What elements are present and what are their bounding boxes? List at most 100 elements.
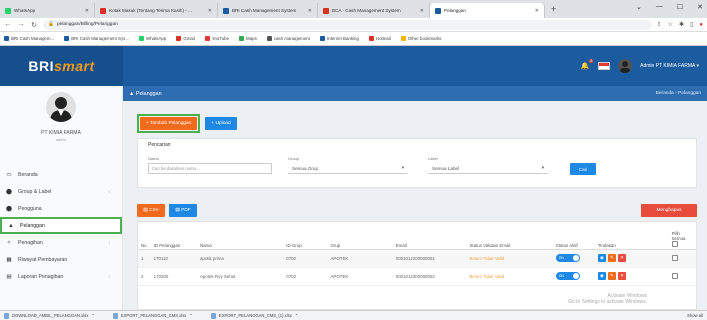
show-all-downloads-link[interactable]: Show all xyxy=(687,313,703,318)
bookmark-item[interactable]: cash management xyxy=(266,36,310,41)
export-pdf-button[interactable]: ▤ PDF xyxy=(169,204,197,217)
sidepanel-icon[interactable]: ▯ xyxy=(690,21,693,28)
browser-tab[interactable]: WhatsApp ✕ xyxy=(0,3,95,18)
column-header-label: No xyxy=(141,242,147,248)
chevron-up-icon[interactable]: ⌃ xyxy=(295,313,299,318)
profile-avatar xyxy=(46,92,76,122)
maximize-icon[interactable]: ☐ xyxy=(677,3,683,11)
cell-group: APOTEK xyxy=(327,249,393,268)
edit-button[interactable]: ✎ xyxy=(607,272,616,280)
download-filename: DOWNLOAD_AMBIL_PELANGGAN.xlsx xyxy=(12,313,89,318)
view-button[interactable]: ◉ xyxy=(597,272,606,280)
bookmark-item[interactable]: Hotmail xyxy=(368,36,391,41)
bookmark-item[interactable]: Gmail xyxy=(176,36,195,41)
tab-favicon-icon xyxy=(223,7,229,14)
bookmark-favicon-icon xyxy=(139,36,145,41)
close-icon[interactable]: ✕ xyxy=(531,8,539,14)
upload-button[interactable]: + Upload xyxy=(205,117,237,130)
sidebar-item-user[interactable]: ⬤ Pengguna xyxy=(0,200,122,217)
search-button[interactable]: Cari xyxy=(570,163,596,175)
download-item[interactable]: EXPORT_PELANGGAN_CMS.xlsx ⌃ xyxy=(112,312,193,319)
column-header-label: Pilih Semua xyxy=(671,230,686,241)
bookmark-item[interactable]: YouTube xyxy=(204,36,229,41)
minimize-icon[interactable]: — xyxy=(656,3,663,11)
sidebar-menu: ▭ Beranda ⬤ Group & Label ‹ ⬤ Pengguna ▲ Pelangg… xyxy=(0,166,122,285)
cell-status-email: Belum Tidak Valid xyxy=(466,267,553,286)
bookmark-item[interactable]: WhatsApp xyxy=(139,36,166,41)
section-title: Pelanggan xyxy=(135,90,162,97)
chevron-up-icon[interactable]: ⌃ xyxy=(91,313,95,318)
add-customer-button[interactable]: + Tambah Pelanggan xyxy=(140,117,198,130)
label-select[interactable]: Semua Label ▾ xyxy=(428,163,548,174)
extensions-icon[interactable]: ✱ xyxy=(679,21,684,28)
close-icon[interactable]: ✕ xyxy=(204,8,212,14)
browser-tab[interactable]: BCA - Cash Management System ✕ xyxy=(318,3,430,18)
delete-row-button[interactable]: ✕ xyxy=(617,254,626,262)
reload-icon[interactable]: ↻ xyxy=(30,21,38,29)
bri-smart-logo[interactable]: BRI smart xyxy=(0,46,123,86)
url-input[interactable]: 🔒 pelanggan/Billing/Pelanggan xyxy=(43,19,652,30)
close-icon[interactable]: ✕ xyxy=(81,8,89,14)
indonesia-flag-icon[interactable] xyxy=(598,62,611,70)
close-icon[interactable]: ✕ xyxy=(416,8,424,14)
column-header-label: ID Grup xyxy=(286,242,302,248)
new-tab-button[interactable]: + xyxy=(545,4,562,14)
name-search-input[interactable]: Cari berdasarkan nama... xyxy=(148,163,272,174)
tab-search-icon[interactable]: ⌄ xyxy=(636,3,642,11)
user-avatar[interactable] xyxy=(618,59,633,73)
download-item[interactable]: EXPORT_PELANGGAN_CMS_(1).xlsx ⌃ xyxy=(210,312,299,319)
active-toggle[interactable]: ON xyxy=(555,254,580,262)
close-window-icon[interactable]: ✕ xyxy=(697,3,703,11)
sidebar-item-history[interactable]: ▦ Riwayat Pembayaran xyxy=(0,251,122,268)
logo-suffix: smart xyxy=(53,58,95,74)
bookmark-label: Internet Banking xyxy=(326,36,359,41)
delete-row-button[interactable]: ✕ xyxy=(617,272,626,280)
forward-icon[interactable]: → xyxy=(17,21,25,28)
tab-label: Pelanggan xyxy=(444,8,466,13)
logo-prefix: BRI xyxy=(28,58,54,74)
bookmark-favicon-icon xyxy=(4,36,9,41)
add-button-highlight: + Tambah Pelanggan xyxy=(137,114,201,133)
star-icon[interactable]: ☆ xyxy=(668,21,673,28)
sidebar-item-billing[interactable]: ✧ Penagihan ‹ xyxy=(0,234,122,251)
bookmark-item[interactable]: Other bookmarks xyxy=(400,36,441,41)
row-checkbox[interactable] xyxy=(671,254,678,261)
view-button[interactable]: ◉ xyxy=(597,254,606,262)
bookmark-label: Gmail xyxy=(183,36,195,41)
cell-no: 1 xyxy=(138,249,151,268)
history-icon: ▦ xyxy=(6,256,12,263)
row-checkbox[interactable] xyxy=(671,272,678,279)
browser-tab-strip: WhatsApp ✕ Kotak Masuk (Tentang Terima Kas… xyxy=(0,0,707,18)
browser-tab[interactable]: Kotak Masuk (Tentang Terima Kasih) - ...… xyxy=(95,3,218,18)
active-toggle[interactable]: ON xyxy=(555,272,580,280)
select-all-checkbox[interactable] xyxy=(671,240,678,247)
browser-tab[interactable]: Pelanggan ✕ xyxy=(430,3,545,18)
download-item[interactable]: DOWNLOAD_AMBIL_PELANGGAN.xlsx ⌃ xyxy=(4,312,95,319)
label-select-value: Semua Label xyxy=(432,165,460,171)
bookmark-item[interactable]: Maps xyxy=(239,36,257,41)
address-bar-actions: ⇪ ☆ ✱ ▯ ● xyxy=(657,21,703,29)
browser-tab[interactable]: BRI Cash Management System ✕ xyxy=(218,3,318,18)
export-csv-button[interactable]: ▤ CSV xyxy=(137,204,165,217)
chevron-up-icon[interactable]: ⌃ xyxy=(189,313,193,318)
bookmark-item[interactable]: Internet Banking xyxy=(319,36,359,41)
bookmark-label: WhatsApp xyxy=(146,36,167,41)
share-icon[interactable]: ⇪ xyxy=(657,21,662,28)
edit-button[interactable]: ✎ xyxy=(607,254,616,262)
bell-icon[interactable]: 🔔 2 xyxy=(580,59,594,71)
delete-button[interactable]: Menghapus xyxy=(641,204,697,217)
profile-icon[interactable]: ● xyxy=(699,22,703,28)
sidebar-item-home[interactable]: ▭ Beranda xyxy=(0,166,122,183)
sidebar-item-customer[interactable]: ▲ Pelanggan xyxy=(0,217,122,234)
breadcrumb[interactable]: Beranda › Pelanggan xyxy=(656,91,701,96)
column-header: Pilih Semua xyxy=(668,222,696,250)
bookmark-item[interactable]: BRI Cash Managem... xyxy=(4,36,54,41)
group-select[interactable]: Semua Grup ▾ xyxy=(288,163,408,174)
sidebar-item-group[interactable]: ⬤ Group & Label ‹ xyxy=(0,183,122,200)
sidebar-item-report[interactable]: ▤ Laporan Penagihan ‹ xyxy=(0,268,122,285)
close-icon[interactable]: ✕ xyxy=(304,8,312,14)
bookmark-item[interactable]: BRI Cash Management Sys... xyxy=(64,36,129,41)
user-menu[interactable]: Admin PT KIMIA FARMA ▾ xyxy=(640,63,699,69)
back-icon[interactable]: ← xyxy=(4,21,12,28)
column-header-label: Nama xyxy=(199,242,212,248)
